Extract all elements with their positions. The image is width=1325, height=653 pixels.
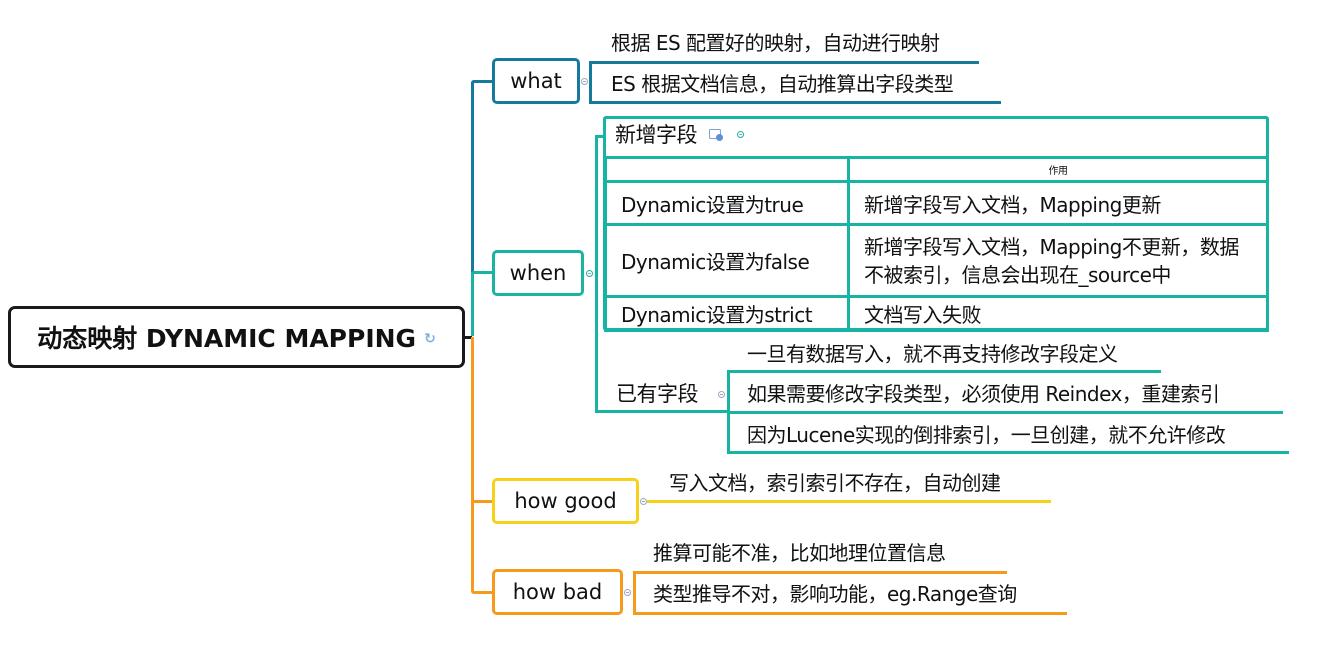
table-note-icon[interactable] <box>709 129 723 141</box>
table-cell-effect: 新增字段写入文档，Mapping更新 <box>847 180 1269 226</box>
table-cell-setting: Dynamic设置为strict <box>604 295 850 332</box>
branch-how-good-label: how good <box>514 489 617 513</box>
what-children-bracket <box>589 61 592 103</box>
branch-what[interactable]: what <box>492 58 580 104</box>
when-connector <box>471 272 474 336</box>
existing-fields-title[interactable]: 已有字段 <box>616 382 699 406</box>
branch-how-bad-label: how bad <box>512 580 603 604</box>
table-header-row: 作用 <box>604 156 1269 183</box>
table-header-cell: 作用 <box>847 156 1269 183</box>
new-fields-title: 新增字段 <box>615 123 698 147</box>
existing-child-2-underline <box>727 411 1283 414</box>
branch-when-label: when <box>509 261 567 285</box>
existing-child-3: 因为Lucene实现的倒排索引，一旦创建，就不允许修改 <box>747 423 1226 447</box>
table-header-cell <box>604 156 850 183</box>
branch-how-good[interactable]: how good <box>492 478 639 524</box>
table-row: Dynamic设置为true 新增字段写入文档，Mapping更新 <box>604 180 1269 226</box>
how-connector <box>471 337 474 593</box>
dynamic-settings-table: 作用 Dynamic设置为true 新增字段写入文档，Mapping更新 Dyn… <box>604 156 1269 332</box>
how-bad-child-2-underline <box>633 612 1067 615</box>
collapse-when-toggle[interactable] <box>586 270 593 277</box>
table-row: Dynamic设置为false 新增字段写入文档，Mapping不更新，数据不被… <box>604 223 1269 298</box>
how-bad-children-bracket <box>633 571 636 614</box>
what-child-2: ES 根据文档信息，自动推算出字段类型 <box>611 72 954 96</box>
when-children-bracket <box>595 135 598 413</box>
table-cell-effect: 文档写入失败 <box>847 295 1269 332</box>
when-connector-h <box>471 271 493 274</box>
existing-fields-underline <box>595 410 729 413</box>
table-cell-effect: 新增字段写入文档，Mapping不更新，数据不被索引，信息会出现在_source… <box>847 223 1269 298</box>
table-row: Dynamic设置为strict 文档写入失败 <box>604 295 1269 332</box>
root-node[interactable]: 动态映射 DYNAMIC MAPPING ↻ <box>8 306 465 368</box>
collapse-new-fields-toggle[interactable] <box>737 131 744 138</box>
how-bad-child-1-underline <box>633 571 1007 574</box>
how-bad-connector-h <box>471 591 493 594</box>
collapse-how-good-toggle[interactable] <box>640 498 647 505</box>
what-child-1: 根据 ES 配置好的映射，自动进行映射 <box>611 31 940 55</box>
existing-child-2: 如果需要修改字段类型，必须使用 Reindex，重建索引 <box>747 382 1220 406</box>
how-good-connector-h <box>471 500 493 503</box>
table-cell-setting: Dynamic设置为true <box>604 180 850 226</box>
branch-how-bad[interactable]: how bad <box>492 569 623 615</box>
refresh-icon[interactable]: ↻ <box>424 331 436 347</box>
what-child-2-underline <box>589 101 1001 104</box>
existing-child-1: 一旦有数据写入，就不再支持修改字段定义 <box>747 342 1118 366</box>
what-child-1-underline <box>589 61 979 64</box>
collapse-how-bad-toggle[interactable] <box>624 589 631 596</box>
branch-when[interactable]: when <box>492 250 584 296</box>
what-connector-h <box>471 80 493 83</box>
how-bad-child-1: 推算可能不准，比如地理位置信息 <box>653 541 946 565</box>
collapse-what-toggle[interactable] <box>581 78 588 85</box>
root-label: 动态映射 DYNAMIC MAPPING <box>37 324 417 353</box>
how-good-child-1-underline <box>647 500 1051 503</box>
how-bad-child-2: 类型推导不对，影响功能，eg.Range查询 <box>653 582 1017 606</box>
existing-child-3-underline <box>727 451 1289 454</box>
table-cell-setting: Dynamic设置为false <box>604 223 850 298</box>
branch-what-label: what <box>510 69 562 93</box>
existing-child-1-underline <box>727 370 1161 373</box>
collapse-existing-fields-toggle[interactable] <box>718 391 725 398</box>
how-good-child-1: 写入文档，索引索引不存在，自动创建 <box>669 471 1001 495</box>
